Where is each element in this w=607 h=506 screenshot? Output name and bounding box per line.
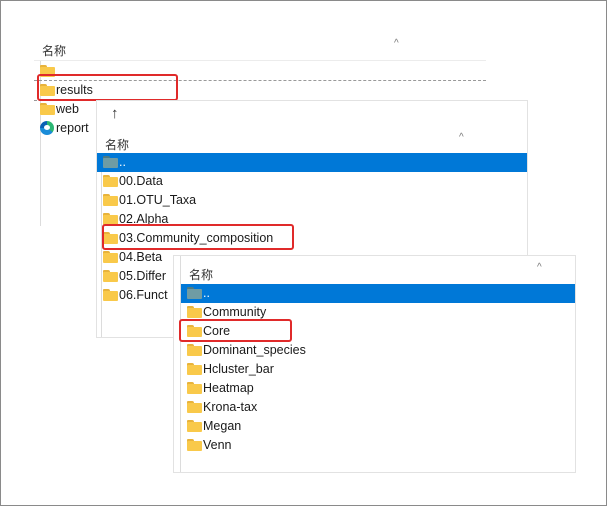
list-item-parent[interactable]: .. (181, 284, 575, 303)
sort-caret-icon: ^ (459, 132, 464, 143)
item-label: 01.OTU_Taxa (119, 193, 197, 207)
sort-caret-icon: ^ (537, 262, 542, 273)
list-item[interactable]: 00.Data (97, 172, 527, 191)
column-header-label: 名称 (42, 44, 67, 58)
column-header-label: 名称 (189, 268, 214, 282)
folder-icon (103, 175, 118, 187)
folder-icon (187, 382, 202, 394)
folder-icon (187, 439, 202, 451)
edge-browser-icon (40, 121, 54, 135)
item-label: Megan (203, 419, 242, 433)
list-item[interactable]: Krona-tax (181, 398, 575, 417)
sort-caret-icon: ^ (394, 38, 399, 49)
list-item-parent[interactable]: .. (97, 153, 527, 172)
item-label: Community (203, 305, 267, 319)
item-label: report (56, 121, 89, 135)
list-item[interactable]: Heatmap (181, 379, 575, 398)
folder-icon (187, 401, 202, 413)
folder-icon (40, 103, 55, 115)
folder-icon (103, 251, 118, 263)
folder-icon (103, 289, 118, 301)
item-label: Dominant_species (203, 343, 306, 357)
column-header-name[interactable]: 名称 ^ (97, 132, 527, 155)
folder-icon (103, 270, 118, 282)
item-label: .. (203, 286, 210, 300)
explorer-panel-3: 名称 ^ .. Community Core Dominant_species … (174, 256, 575, 472)
item-label: Hcluster_bar (203, 362, 274, 376)
item-label: web (56, 102, 79, 116)
highlight-box-results (37, 74, 178, 101)
up-arrow-icon[interactable]: ↑ (111, 105, 119, 122)
folder-icon (187, 363, 202, 375)
item-label: .. (119, 155, 126, 169)
item-label: Venn (203, 438, 232, 452)
list-item[interactable]: 01.OTU_Taxa (97, 191, 527, 210)
folder-icon (187, 420, 202, 432)
column-header-name[interactable]: 名称 ^ (181, 262, 575, 285)
list-item[interactable]: Venn (181, 436, 575, 455)
folder-icon (187, 344, 202, 356)
folder-icon (103, 194, 118, 206)
folder-up-icon (187, 287, 202, 299)
item-label: 04.Beta (119, 250, 163, 264)
item-label: 05.Differ (119, 269, 167, 283)
list-item[interactable]: Dominant_species (181, 341, 575, 360)
item-label: 00.Data (119, 174, 163, 188)
list-item[interactable]: Megan (181, 417, 575, 436)
item-label: 06.Funct (119, 288, 168, 302)
column-header-name[interactable]: 名称 ^ (34, 38, 486, 61)
folder-up-icon (103, 156, 118, 168)
column-header-label: 名称 (105, 138, 130, 152)
highlight-box-community-composition (102, 224, 294, 250)
item-label: Heatmap (203, 381, 254, 395)
item-label: Krona-tax (203, 400, 258, 414)
list-item[interactable]: Hcluster_bar (181, 360, 575, 379)
highlight-box-core (179, 319, 292, 342)
folder-icon (187, 306, 202, 318)
